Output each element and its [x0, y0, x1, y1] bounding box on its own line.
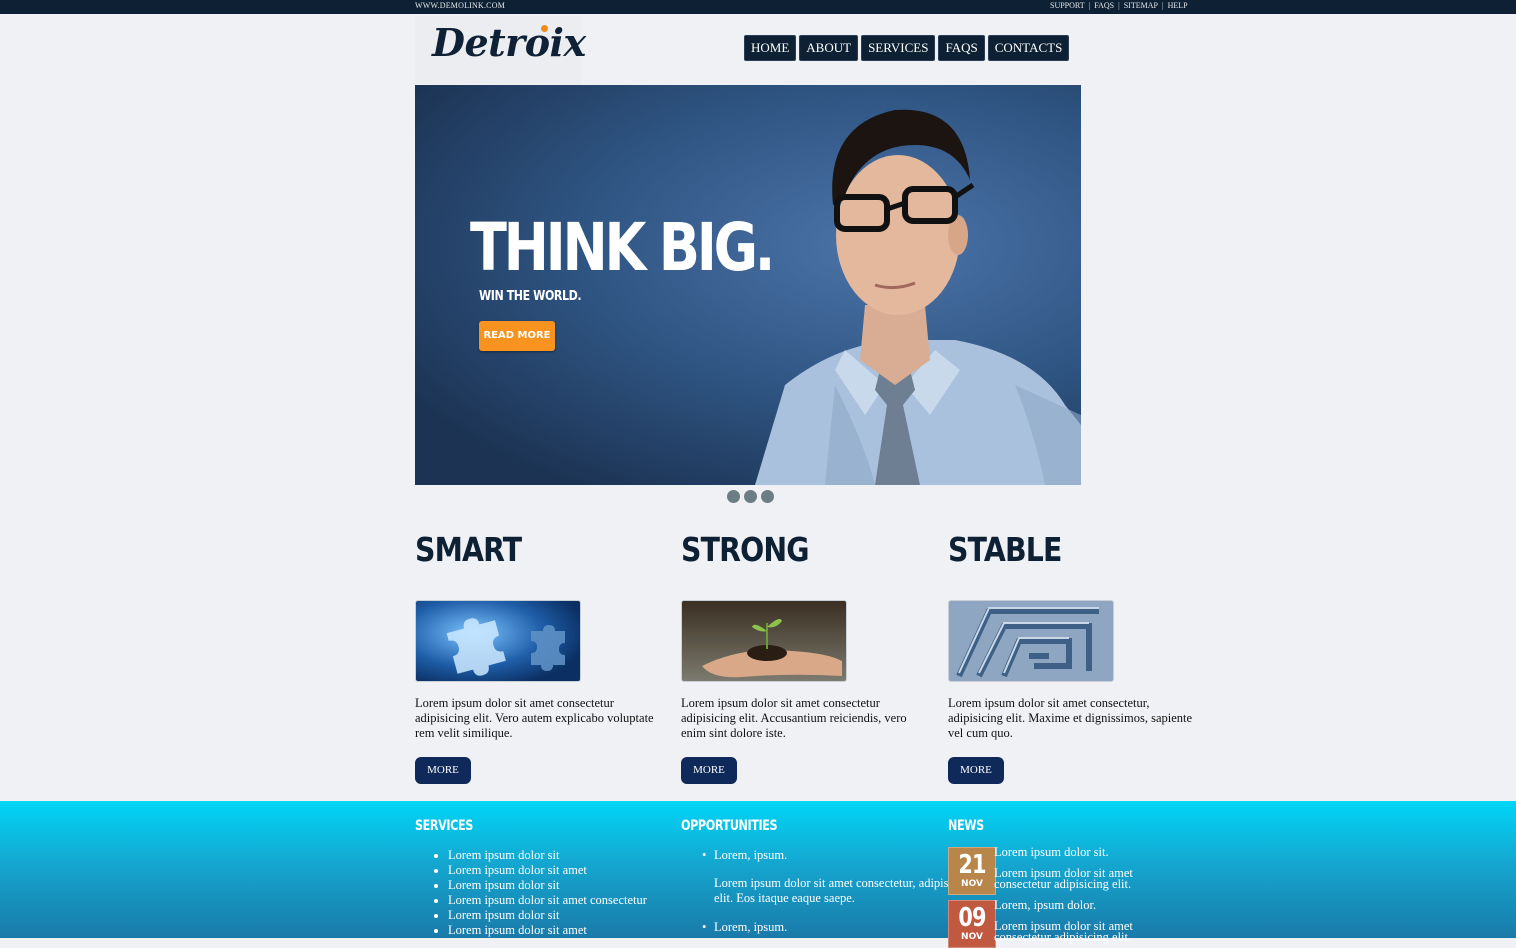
news-content: Lorem, ipsum dolor. Lorem ipsum dolor si…	[994, 898, 1164, 943]
feature-title: SMART	[415, 530, 522, 569]
site-url[interactable]: WWW.DEMOLINK.COM	[415, 1, 505, 10]
nav-about[interactable]: ABOUT	[799, 35, 859, 61]
more-button[interactable]: MORE	[948, 757, 1004, 784]
logo-dot-icon	[541, 25, 548, 32]
logo[interactable]: Detroix	[432, 20, 586, 65]
banner-subline: WIN THE WORLD.	[479, 289, 582, 304]
more-button[interactable]: MORE	[415, 757, 471, 784]
slider-pagination	[727, 490, 774, 503]
top-link-support[interactable]: SUPPORT	[1050, 1, 1085, 10]
read-more-button[interactable]: READ MORE	[479, 321, 555, 351]
top-links: SUPPORT | FAQS | SITEMAP | HELP	[1050, 1, 1188, 10]
news-text: Lorem ipsum dolor sit amet consectetur a…	[994, 866, 1133, 891]
list-item[interactable]: Lorem ipsum dolor sit amet	[448, 923, 647, 938]
banner-headline: THINK BIG.	[470, 209, 775, 286]
footer: SERVICES Lorem ipsum dolor sit Lorem ips…	[0, 801, 1516, 948]
slider-dot[interactable]	[727, 490, 740, 503]
list-item[interactable]: Lorem ipsum dolor sit	[448, 848, 647, 863]
feature-text: Lorem ipsum dolor sit amet consectetur a…	[415, 696, 654, 740]
top-bar: WWW.DEMOLINK.COM SUPPORT | FAQS | SITEMAP |…	[0, 0, 1516, 14]
puzzle-image	[415, 600, 581, 682]
footer-heading: OPPORTUNITIES	[681, 818, 778, 834]
feature-text: Lorem ipsum dolor sit amet consectetur a…	[681, 696, 907, 740]
separator: |	[1161, 1, 1164, 10]
nav-faqs[interactable]: FAQS	[938, 35, 985, 61]
feature-strong: STRONG Lorem ipsum dolor sit amet consec…	[681, 530, 931, 784]
slider-dot[interactable]	[744, 490, 757, 503]
list-item[interactable]: Lorem ipsum dolor sit amet	[448, 863, 647, 878]
list-item[interactable]: • Lorem, ipsum.	[681, 920, 974, 935]
list-item[interactable]: Lorem ipsum dolor sit amet consectetur	[448, 893, 647, 908]
list-item[interactable]: • Lorem, ipsum.	[681, 848, 974, 863]
footer-services: SERVICES Lorem ipsum dolor sit Lorem ips…	[415, 818, 647, 938]
news-title[interactable]: Lorem ipsum dolor sit.	[994, 845, 1164, 860]
news-text: Lorem ipsum dolor sit amet consectetur a…	[994, 919, 1133, 944]
feature-smart: SMART Lorem ipsum dolor sit amet consect…	[415, 530, 665, 784]
feature-stable: STABLE Lorem ipsum dolor sit amet consec…	[948, 530, 1198, 784]
nav-home[interactable]: HOME	[744, 35, 797, 61]
footer-opportunities: OPPORTUNITIES • Lorem, ipsum. Lorem ipsu…	[681, 818, 974, 935]
date-badge: 21 NOV	[948, 847, 996, 895]
opportunity-description: Lorem ipsum dolor sit amet consectetur, …	[714, 876, 974, 905]
feature-title: STRONG	[681, 530, 810, 569]
nav-services[interactable]: SERVICES	[861, 35, 936, 61]
main-nav: HOME ABOUT SERVICES FAQS CONTACTS	[744, 35, 1070, 61]
footer-news: NEWS 21 NOV Lorem ipsum dolor sit. Lorem…	[948, 818, 1178, 948]
top-link-faqs[interactable]: FAQS	[1094, 1, 1114, 10]
separator: |	[1088, 1, 1091, 10]
seedling-image	[681, 600, 847, 682]
news-content: Lorem ipsum dolor sit. Lorem ipsum dolor…	[994, 845, 1164, 890]
date-month: NOV	[961, 879, 983, 889]
opportunity-title[interactable]: Lorem, ipsum.	[714, 848, 787, 862]
feature-text: Lorem ipsum dolor sit amet consectetur, …	[948, 696, 1193, 740]
top-link-help[interactable]: HELP	[1168, 1, 1188, 10]
footer-heading: NEWS	[948, 818, 984, 834]
bullet-icon: •	[702, 848, 707, 862]
list-item[interactable]: Lorem ipsum dolor sit	[448, 908, 647, 923]
date-day: 09	[958, 903, 986, 933]
date-day: 21	[958, 850, 986, 880]
footer-heading: SERVICES	[415, 818, 473, 834]
date-month: NOV	[961, 932, 983, 942]
date-badge: 09 NOV	[948, 900, 996, 948]
opportunity-title[interactable]: Lorem, ipsum.	[714, 920, 787, 934]
feature-title: STABLE	[948, 530, 1062, 569]
slider-dot[interactable]	[761, 490, 774, 503]
maze-image	[948, 600, 1114, 682]
services-list: Lorem ipsum dolor sit Lorem ipsum dolor …	[415, 848, 647, 938]
news-title[interactable]: Lorem, ipsum dolor.	[994, 898, 1164, 913]
top-link-sitemap[interactable]: SITEMAP	[1124, 1, 1158, 10]
nav-contacts[interactable]: CONTACTS	[987, 35, 1070, 61]
separator: |	[1118, 1, 1120, 10]
bullet-icon: •	[702, 920, 707, 934]
more-button[interactable]: MORE	[681, 757, 737, 784]
list-item[interactable]: Lorem ipsum dolor sit	[448, 878, 647, 893]
hero-banner: THINK BIG. WIN THE WORLD. READ MORE	[415, 85, 1081, 485]
